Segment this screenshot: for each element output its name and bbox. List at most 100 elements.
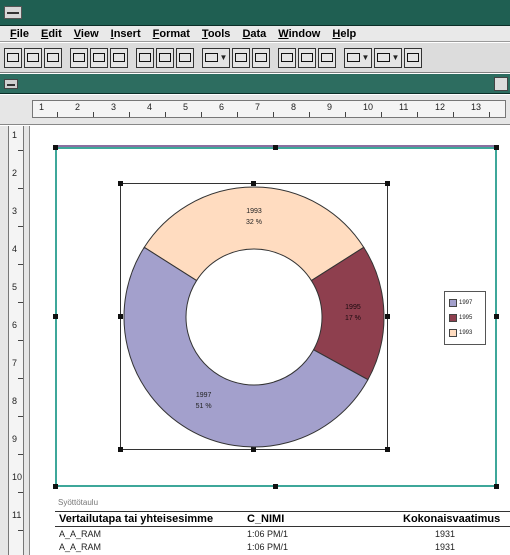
ruler-tick bbox=[18, 416, 23, 417]
legend-swatch bbox=[449, 329, 457, 337]
horizontal-ruler-scale: 1 2 3 4 5 6 7 8 9 10 11 12 13 bbox=[32, 100, 506, 118]
ruler-tick bbox=[18, 454, 23, 455]
donut-chart[interactable]: 1993 32 % 1995 17 % 1997 51 % bbox=[122, 185, 386, 449]
legend-entry-1993: 1993 bbox=[449, 328, 485, 338]
grid-tool-button[interactable] bbox=[156, 47, 174, 68]
legend-label: 1993 bbox=[459, 330, 473, 336]
select-tool-button[interactable] bbox=[4, 47, 22, 68]
ruler-tick bbox=[93, 112, 94, 117]
ruler-tick bbox=[273, 112, 274, 117]
ruler-number: 7 bbox=[255, 102, 261, 112]
table-caption: Syöttötaulu bbox=[58, 498, 99, 507]
legend-swatch bbox=[449, 314, 457, 322]
ruler-number: 8 bbox=[12, 396, 18, 406]
menu-format[interactable]: Format bbox=[153, 26, 190, 42]
table-tool-button[interactable] bbox=[176, 47, 194, 68]
copy-icon bbox=[93, 52, 105, 63]
table-cell[interactable]: 1:06 PM/1 bbox=[247, 542, 288, 553]
menu-view[interactable]: View bbox=[74, 26, 99, 42]
chart-type-dropdown[interactable]: ▼ bbox=[202, 47, 230, 68]
format-tool-button[interactable] bbox=[278, 47, 296, 68]
page-tool-button[interactable] bbox=[70, 47, 88, 68]
ruler-tick bbox=[57, 112, 58, 117]
text-icon bbox=[47, 52, 59, 63]
menu-edit[interactable]: Edit bbox=[41, 26, 62, 42]
ruler-tick bbox=[18, 188, 23, 189]
document-restore-button[interactable] bbox=[494, 77, 508, 91]
table-header-cell[interactable]: Vertailutapa tai yhteisesimme bbox=[59, 512, 244, 527]
legend-tool-button[interactable] bbox=[298, 47, 316, 68]
ruler-tick bbox=[345, 112, 346, 117]
frame-handle[interactable] bbox=[53, 314, 58, 319]
ruler-number: 11 bbox=[12, 510, 22, 520]
ruler-number: 10 bbox=[12, 472, 23, 482]
menu-help[interactable]: Help bbox=[332, 26, 356, 42]
table-cell[interactable]: 1:06 PM/1 bbox=[247, 529, 288, 540]
menu-tools[interactable]: Tools bbox=[202, 26, 231, 42]
menu-insert[interactable]: Insert bbox=[111, 26, 141, 42]
ruler-number: 5 bbox=[183, 102, 189, 112]
menu-data[interactable]: Data bbox=[242, 26, 266, 42]
ruler-number: 1 bbox=[39, 102, 45, 112]
ruler-number: 1 bbox=[12, 130, 18, 140]
ruler-tick bbox=[237, 112, 238, 117]
line-dropdown[interactable]: ▼ bbox=[374, 47, 402, 68]
dropdown-arrow-icon: ▼ bbox=[361, 53, 370, 62]
frame-handle[interactable] bbox=[494, 314, 499, 319]
frame-handle[interactable] bbox=[494, 145, 499, 150]
table-cell[interactable]: 1931 bbox=[435, 542, 455, 553]
legend-entry-1997: 1997 bbox=[449, 298, 485, 308]
ruler-tick bbox=[18, 492, 23, 493]
draw-tool-button[interactable] bbox=[24, 47, 42, 68]
image-tool-button[interactable] bbox=[110, 47, 128, 68]
ruler-number: 5 bbox=[12, 282, 18, 292]
columns-tool-button[interactable] bbox=[232, 47, 250, 68]
fill-icon bbox=[346, 52, 360, 63]
ruler-tick bbox=[489, 112, 490, 117]
horizontal-ruler: 1 2 3 4 5 6 7 8 9 10 11 12 13 bbox=[0, 95, 510, 125]
arrange-tool-button[interactable] bbox=[318, 47, 336, 68]
text-tool-button[interactable] bbox=[44, 47, 62, 68]
menu-bar: File Edit View Insert Format Tools Data … bbox=[0, 26, 510, 42]
arrange-icon bbox=[321, 52, 333, 63]
ruler-number: 13 bbox=[471, 102, 482, 112]
system-menu-button[interactable] bbox=[4, 6, 22, 19]
grid-icon bbox=[159, 52, 171, 63]
legend-icon bbox=[301, 52, 313, 63]
table-icon bbox=[179, 52, 191, 63]
legend-swatch bbox=[449, 299, 457, 307]
table-header-cell[interactable]: C_NIMI bbox=[247, 512, 387, 527]
frame-handle[interactable] bbox=[273, 484, 278, 489]
ruler-number: 2 bbox=[12, 168, 18, 178]
document-menu-button[interactable] bbox=[4, 79, 18, 89]
table-cell[interactable]: 1931 bbox=[435, 529, 455, 540]
ruler-tick bbox=[18, 378, 23, 379]
menu-window[interactable]: Window bbox=[278, 26, 320, 42]
effects-tool-button[interactable] bbox=[404, 47, 422, 68]
shape-tool-button[interactable] bbox=[136, 47, 154, 68]
dropdown-arrow-icon: ▼ bbox=[391, 53, 400, 62]
slice-series-label: 1995 bbox=[345, 304, 361, 311]
frame-handle[interactable] bbox=[494, 484, 499, 489]
ruler-number: 10 bbox=[363, 102, 374, 112]
menu-file[interactable]: File bbox=[10, 26, 29, 42]
copy-tool-button[interactable] bbox=[90, 47, 108, 68]
frame-handle[interactable] bbox=[53, 145, 58, 150]
slice-series-label: 1997 bbox=[196, 392, 212, 399]
fill-dropdown[interactable]: ▼ bbox=[344, 47, 372, 68]
ruler-tick bbox=[309, 112, 310, 117]
chart-legend[interactable]: 1997 1995 1993 bbox=[444, 291, 486, 345]
ruler-tick bbox=[18, 530, 23, 531]
table-header-cell[interactable]: Kokonaisvaatimus bbox=[403, 512, 510, 527]
frame-handle[interactable] bbox=[53, 484, 58, 489]
image-icon bbox=[113, 52, 125, 63]
ruler-tick bbox=[18, 264, 23, 265]
donut-slice-1993[interactable] bbox=[143, 186, 365, 282]
table-cell[interactable]: A_A_RAM bbox=[59, 542, 101, 553]
ruler-tick bbox=[18, 150, 23, 151]
table-cell[interactable]: A_A_RAM bbox=[59, 529, 101, 540]
toolbar: ▼ ▼ ▼ bbox=[0, 43, 510, 73]
frame-handle[interactable] bbox=[273, 145, 278, 150]
rows-tool-button[interactable] bbox=[252, 47, 270, 68]
legend-label: 1995 bbox=[459, 315, 473, 321]
